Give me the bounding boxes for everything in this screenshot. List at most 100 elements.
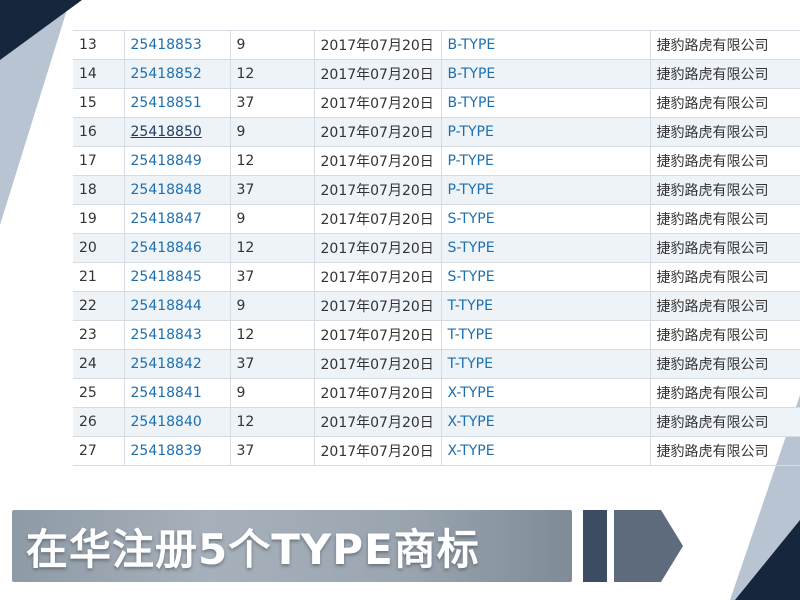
trademark-name-link[interactable]: X-TYPE [441, 436, 651, 465]
trademark-name-link[interactable]: P-TYPE [441, 175, 651, 205]
banner-accent-bar [583, 510, 607, 582]
table-row: 19 25418847 9 2017年07月20日 S-TYPE 捷豹路虎有限公司 [73, 204, 800, 234]
application-date-cell: 2017年07月20日 [314, 291, 442, 321]
class-cell: 9 [230, 117, 315, 147]
registration-number-link[interactable]: 25418843 [124, 320, 231, 350]
trademark-name-link[interactable]: B-TYPE [441, 88, 651, 118]
row-number-cell: 25 [73, 378, 125, 408]
class-cell: 37 [230, 436, 315, 465]
class-cell: 12 [230, 407, 315, 437]
class-cell: 9 [230, 291, 315, 321]
class-cell: 12 [230, 320, 315, 350]
row-number-cell: 19 [73, 204, 125, 234]
applicant-cell: 捷豹路虎有限公司 [650, 349, 800, 379]
table-row: 21 25418845 37 2017年07月20日 S-TYPE 捷豹路虎有限公司 [73, 262, 800, 292]
trademark-name-link[interactable]: S-TYPE [441, 233, 651, 263]
row-number-cell: 14 [73, 59, 125, 89]
application-date-cell: 2017年07月20日 [314, 175, 442, 205]
trademark-name-link[interactable]: B-TYPE [441, 59, 651, 89]
class-cell: 12 [230, 59, 315, 89]
application-date-cell: 2017年07月20日 [314, 320, 442, 350]
trademark-name-link[interactable]: X-TYPE [441, 378, 651, 408]
table-row: 23 25418843 12 2017年07月20日 T-TYPE 捷豹路虎有限公司 [73, 320, 800, 350]
application-date-cell: 2017年07月20日 [314, 233, 442, 263]
registration-number-link[interactable]: 25418840 [124, 407, 231, 437]
top-left-light-triangle [0, 0, 70, 225]
applicant-cell: 捷豹路虎有限公司 [650, 378, 800, 408]
trademark-name-link[interactable]: T-TYPE [441, 349, 651, 379]
application-date-cell: 2017年07月20日 [314, 378, 442, 408]
row-number-cell: 26 [73, 407, 125, 437]
registration-number-link[interactable]: 25418846 [124, 233, 231, 263]
applicant-cell: 捷豹路虎有限公司 [650, 436, 800, 465]
trademark-name-link[interactable]: T-TYPE [441, 291, 651, 321]
row-number-cell: 21 [73, 262, 125, 292]
table-row: 16 25418850 9 2017年07月20日 P-TYPE 捷豹路虎有限公司 [73, 117, 800, 147]
registration-number-text[interactable]: 25418850 [131, 124, 202, 140]
applicant-cell: 捷豹路虎有限公司 [650, 146, 800, 176]
registration-number-link[interactable]: 25418842 [124, 349, 231, 379]
table-row: 18 25418848 37 2017年07月20日 P-TYPE 捷豹路虎有限公司 [73, 175, 800, 205]
registration-number-link[interactable]: 25418845 [124, 262, 231, 292]
trademark-name-link[interactable]: S-TYPE [441, 262, 651, 292]
table-row: 27 25418839 37 2017年07月20日 X-TYPE 捷豹路虎有限公司 [73, 436, 800, 465]
registration-number-link[interactable]: 25418852 [124, 59, 231, 89]
trademark-name-link[interactable]: S-TYPE [441, 204, 651, 234]
trademark-name-link[interactable]: X-TYPE [441, 407, 651, 437]
row-number-cell: 15 [73, 88, 125, 118]
table-row: 15 25418851 37 2017年07月20日 B-TYPE 捷豹路虎有限公司 [73, 88, 800, 118]
applicant-cell: 捷豹路虎有限公司 [650, 175, 800, 205]
trademark-name-link[interactable]: P-TYPE [441, 146, 651, 176]
row-number-cell: 17 [73, 146, 125, 176]
application-date-cell: 2017年07月20日 [314, 146, 442, 176]
row-number-cell: 16 [73, 117, 125, 147]
trademark-name-link[interactable]: B-TYPE [441, 30, 651, 60]
table-row: 22 25418844 9 2017年07月20日 T-TYPE 捷豹路虎有限公司 [73, 291, 800, 321]
class-cell: 9 [230, 378, 315, 408]
application-date-cell: 2017年07月20日 [314, 59, 442, 89]
table-row: 26 25418840 12 2017年07月20日 X-TYPE 捷豹路虎有限公司 [73, 407, 800, 437]
registration-number-link[interactable]: 25418849 [124, 146, 231, 176]
applicant-cell: 捷豹路虎有限公司 [650, 407, 800, 437]
trademark-name-link[interactable]: T-TYPE [441, 320, 651, 350]
trademark-name-link[interactable]: P-TYPE [441, 117, 651, 147]
table-row: 13 25418853 9 2017年07月20日 B-TYPE 捷豹路虎有限公司 [73, 30, 800, 60]
class-cell: 9 [230, 30, 315, 60]
table-row: 25 25418841 9 2017年07月20日 X-TYPE 捷豹路虎有限公司 [73, 378, 800, 408]
row-number-cell: 27 [73, 436, 125, 465]
table-row: 17 25418849 12 2017年07月20日 P-TYPE 捷豹路虎有限公司 [73, 146, 800, 176]
registration-number-link[interactable]: 25418841 [124, 378, 231, 408]
registration-number-link[interactable]: 25418839 [124, 436, 231, 465]
row-number-cell: 18 [73, 175, 125, 205]
bottom-right-navy-triangle [735, 520, 800, 600]
application-date-cell: 2017年07月20日 [314, 349, 442, 379]
application-date-cell: 2017年07月20日 [314, 88, 442, 118]
applicant-cell: 捷豹路虎有限公司 [650, 88, 800, 118]
row-number-cell: 22 [73, 291, 125, 321]
registration-number-link[interactable]: 25418844 [124, 291, 231, 321]
registration-number-link[interactable]: 25418850 [124, 117, 231, 147]
application-date-cell: 2017年07月20日 [314, 117, 442, 147]
applicant-cell: 捷豹路虎有限公司 [650, 233, 800, 263]
applicant-cell: 捷豹路虎有限公司 [650, 320, 800, 350]
row-number-cell: 24 [73, 349, 125, 379]
class-cell: 37 [230, 88, 315, 118]
applicant-cell: 捷豹路虎有限公司 [650, 262, 800, 292]
registration-number-link[interactable]: 25418848 [124, 175, 231, 205]
trademark-table: 13 25418853 9 2017年07月20日 B-TYPE 捷豹路虎有限公司 14 25… [73, 30, 800, 466]
applicant-cell: 捷豹路虎有限公司 [650, 291, 800, 321]
applicant-cell: 捷豹路虎有限公司 [650, 117, 800, 147]
table-row: 20 25418846 12 2017年07月20日 S-TYPE 捷豹路虎有限公司 [73, 233, 800, 263]
row-number-cell: 13 [73, 30, 125, 60]
applicant-cell: 捷豹路虎有限公司 [650, 30, 800, 60]
row-number-cell: 20 [73, 233, 125, 263]
application-date-cell: 2017年07月20日 [314, 407, 442, 437]
application-date-cell: 2017年07月20日 [314, 436, 442, 465]
registration-number-link[interactable]: 25418851 [124, 88, 231, 118]
right-slate-arrow [614, 510, 683, 582]
registration-number-link[interactable]: 25418853 [124, 30, 231, 60]
registration-number-link[interactable]: 25418847 [124, 204, 231, 234]
class-cell: 12 [230, 233, 315, 263]
applicant-cell: 捷豹路虎有限公司 [650, 204, 800, 234]
class-cell: 37 [230, 349, 315, 379]
